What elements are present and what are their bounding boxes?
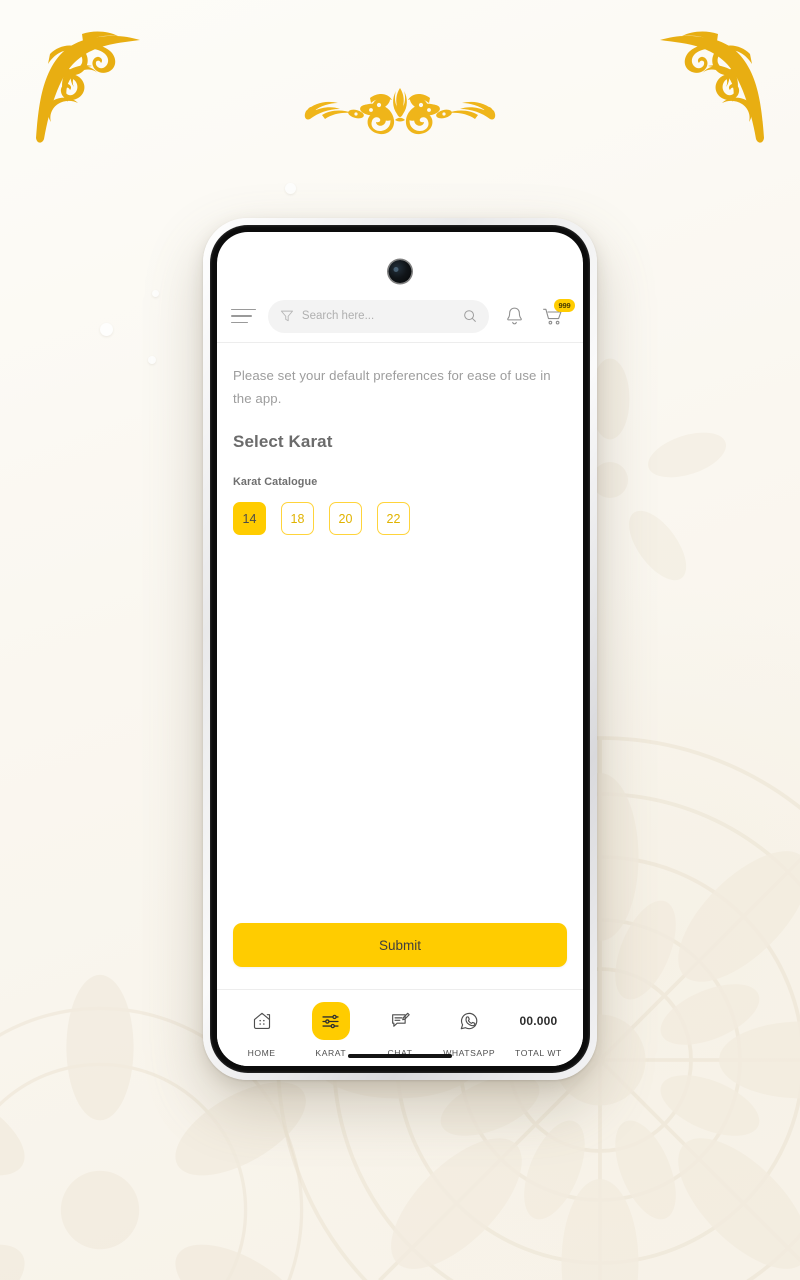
- nav-label-home: HOME: [247, 1048, 276, 1058]
- karat-catalogue-label: Karat Catalogue: [233, 476, 318, 489]
- app-body: Please set your default preferences for …: [217, 343, 583, 989]
- front-camera-icon: [388, 260, 412, 283]
- karat-chip-14[interactable]: 14: [233, 502, 266, 536]
- karat-chip-20[interactable]: 20: [329, 502, 362, 536]
- home-indicator[interactable]: [348, 1054, 452, 1058]
- search-icon[interactable]: [463, 309, 477, 323]
- sliders-icon[interactable]: [320, 1011, 341, 1032]
- karat-chip-row: 14 18 20 22: [233, 502, 567, 536]
- bell-icon[interactable]: [505, 306, 524, 326]
- karat-icon-box: [311, 1002, 350, 1040]
- nav-item-home[interactable]: HOME: [227, 994, 296, 1066]
- chat-icon-box: [381, 1002, 419, 1040]
- search-bar[interactable]: [268, 299, 489, 333]
- total-weight-value: 00.000: [519, 1014, 558, 1028]
- corner-flourish-ornament-top-left: [36, 31, 140, 143]
- notification-bell-button[interactable]: [500, 301, 528, 331]
- whatsapp-icon-box: [450, 1002, 488, 1040]
- whatsapp-icon[interactable]: [458, 1010, 480, 1032]
- filter-funnel-icon[interactable]: [280, 309, 294, 323]
- home-icon-box: [243, 1002, 281, 1040]
- corner-flourish-ornament-top-right: [660, 31, 764, 143]
- nav-label-total-wt: TOTAL WT: [515, 1048, 562, 1058]
- decorative-speck: [100, 323, 113, 336]
- decorative-speck: [152, 290, 159, 297]
- hamburger-menu-icon[interactable]: [231, 305, 257, 327]
- cart-badge: 999: [554, 299, 575, 312]
- home-icon[interactable]: [251, 1010, 273, 1032]
- phone-bezel: 999 Please set your default preferences …: [210, 225, 590, 1073]
- search-input[interactable]: [301, 310, 456, 322]
- submit-button[interactable]: Submit: [233, 923, 567, 967]
- intro-text: Please set your default preferences for …: [233, 368, 551, 406]
- karat-chip-22[interactable]: 22: [377, 502, 410, 536]
- page-title: Select Karat: [233, 432, 333, 452]
- nav-label-karat: KARAT: [315, 1048, 347, 1058]
- divider-flourish-ornament: [304, 88, 496, 135]
- chat-edit-icon[interactable]: [389, 1010, 411, 1032]
- decorative-speck: [285, 183, 296, 194]
- nav-item-total-wt[interactable]: 00.000 TOTAL WT: [504, 994, 573, 1066]
- phone-mockup-frame: 999 Please set your default preferences …: [203, 218, 597, 1080]
- decorative-speck: [148, 356, 156, 364]
- cart-button[interactable]: 999: [539, 299, 575, 331]
- phone-screen: 999 Please set your default preferences …: [217, 232, 583, 1066]
- app-header: 999: [217, 290, 583, 342]
- karat-chip-18[interactable]: 18: [281, 502, 314, 536]
